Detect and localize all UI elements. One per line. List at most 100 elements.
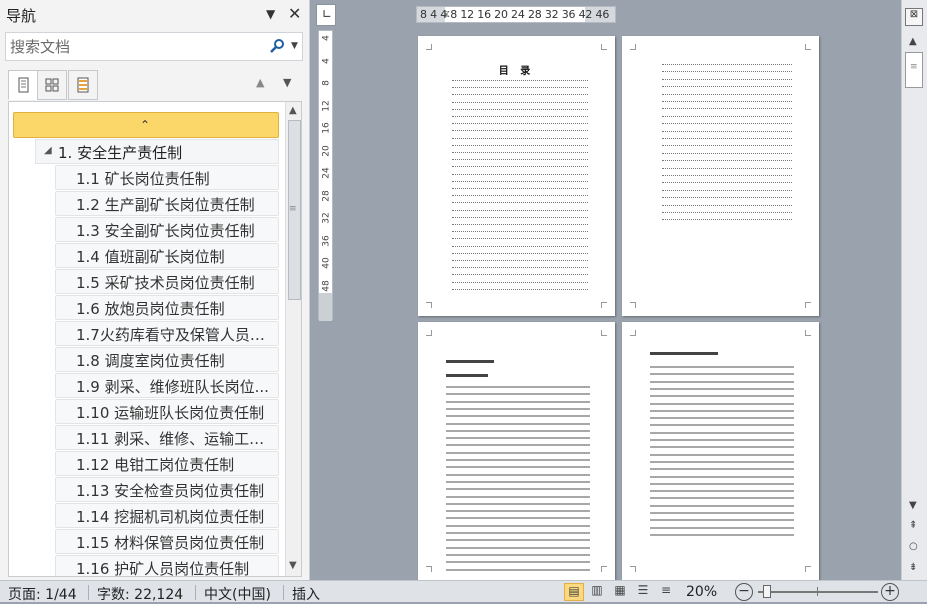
scroll-up-icon[interactable]: ▲ — [909, 36, 917, 47]
text-line — [452, 267, 588, 269]
crop-mark — [601, 302, 607, 308]
text-line — [662, 197, 792, 199]
language[interactable]: 中文(中国) — [204, 584, 271, 604]
text-line — [452, 245, 588, 247]
text-line — [452, 116, 588, 117]
document-page-1[interactable]: 目 录 — [418, 36, 615, 316]
text-line — [446, 393, 590, 396]
heading-item-1[interactable]: ◢ 1. 安全生产责任制 — [35, 139, 279, 164]
text-line — [650, 519, 794, 522]
text-line — [662, 219, 792, 221]
scroll-thumb[interactable]: ≡ — [905, 52, 923, 88]
heading-item[interactable]: 1.7火药库看守及保管人员岗... — [55, 321, 279, 346]
heading-list-scrollbar[interactable]: ▲ ≡ ▼ — [285, 102, 301, 576]
previous-heading-icon[interactable]: ▲ — [256, 76, 264, 89]
heading-item[interactable]: 1.16 护矿人员岗位责任制 — [55, 555, 279, 576]
text-line — [446, 517, 590, 520]
text-line — [452, 180, 588, 182]
ruler-number: 28 — [321, 189, 332, 202]
next-page-icon[interactable]: ⇟ — [909, 562, 917, 573]
heading-item[interactable]: 1.4 值班副矿长岗位制 — [55, 243, 279, 268]
heading-item[interactable]: 1.11 剥采、维修、运输工种... — [55, 425, 279, 450]
vertical-ruler[interactable]: 4 4 8 12 16 20 24 28 32 36 40 48 — [318, 30, 333, 321]
heading-item[interactable]: 1.13 安全检查员岗位责任制 — [55, 477, 279, 502]
text-line — [446, 539, 590, 542]
heading-item[interactable]: 1.6 放炮员岗位责任制 — [55, 295, 279, 320]
text-line — [650, 439, 794, 441]
document-page-4[interactable] — [622, 322, 819, 580]
zoom-in-button[interactable]: + — [881, 583, 899, 601]
text-line — [452, 188, 588, 189]
zoom-level[interactable]: 20% — [686, 584, 717, 600]
document-page-2[interactable] — [622, 36, 819, 316]
text-line — [452, 195, 588, 197]
heading-item[interactable]: 1.8 调度室岗位责任制 — [55, 347, 279, 372]
text-line — [446, 488, 590, 491]
outline-button[interactable]: ☰ — [633, 583, 653, 601]
print-layout-button[interactable]: ▤ — [564, 583, 584, 601]
heading-item[interactable]: 1.15 材料保管员岗位责任制 — [55, 529, 279, 554]
heading-item[interactable]: 1.9 剥采、维修班队长岗位... — [55, 373, 279, 398]
scroll-down-icon[interactable]: ▼ — [909, 500, 917, 511]
text-line — [452, 202, 588, 204]
zoom-out-button[interactable]: − — [735, 583, 753, 601]
search-box[interactable]: ▼ — [5, 32, 303, 61]
text-line — [452, 252, 588, 254]
text-line — [650, 352, 718, 355]
zoom-slider-thumb[interactable] — [763, 585, 771, 598]
ruler-number: 8 — [321, 80, 332, 86]
document-scrollbar[interactable]: ⊠ ▲ ≡ ▼ ⇞ ○ ⇟ — [901, 0, 927, 580]
search-options-chevron-icon[interactable]: ▼ — [291, 41, 298, 51]
heading-item[interactable]: 1.10 运输班队长岗位责任制 — [55, 399, 279, 424]
heading-label: 1.13 安全检查员岗位责任制 — [76, 482, 265, 500]
heading-item[interactable]: 1.1 矿长岗位责任制 — [55, 165, 279, 190]
text-line — [662, 115, 792, 117]
tab-results[interactable] — [68, 70, 98, 100]
indent-marker-icon[interactable]: ⧖ — [443, 9, 450, 20]
text-line — [650, 504, 794, 507]
expand-triangle-icon[interactable]: ◢ — [44, 145, 52, 156]
heading-item[interactable]: 1.12 电钳工岗位责任制 — [55, 451, 279, 476]
full-screen-reading-button[interactable]: ▥ — [587, 583, 607, 601]
text-line — [446, 466, 590, 469]
tab-pages[interactable] — [37, 70, 67, 100]
heading-label: 1.4 值班副矿长岗位制 — [76, 248, 225, 266]
tab-headings[interactable] — [8, 70, 38, 100]
collapse-all-bar[interactable]: ⌃ — [13, 112, 279, 138]
heading-item[interactable]: 1.5 采矿技术员岗位责任制 — [55, 269, 279, 294]
page-count[interactable]: 页面: 1/44 — [8, 584, 77, 604]
web-layout-button[interactable]: ▦ — [610, 583, 630, 601]
tab-selector[interactable]: ∟ — [316, 4, 336, 26]
text-line — [662, 130, 792, 132]
heading-item[interactable]: 1.3 安全副矿长岗位责任制 — [55, 217, 279, 242]
heading-item[interactable]: 1.2 生产副矿长岗位责任制 — [55, 191, 279, 216]
select-browse-object-icon[interactable]: ○ — [909, 541, 918, 552]
search-input[interactable] — [10, 37, 260, 57]
horizontal-ruler[interactable]: 8 4 4 8 12 16 20 24 28 32 36 42 46 ⧖ — [416, 6, 616, 23]
divider — [195, 585, 196, 600]
text-line — [452, 238, 588, 240]
text-line — [650, 482, 794, 485]
divider — [88, 585, 89, 600]
nav-close-icon[interactable]: ✕ — [288, 4, 301, 23]
text-line — [650, 366, 794, 368]
document-page-3[interactable] — [418, 322, 615, 580]
text-line — [446, 444, 590, 447]
heading-item[interactable]: 1.14 挖掘机司机岗位责任制 — [55, 503, 279, 528]
scroll-up-icon[interactable]: ▲ — [289, 105, 297, 116]
scroll-down-icon[interactable]: ▼ — [289, 560, 297, 571]
nav-options-dropdown-icon[interactable]: ▼ — [266, 7, 275, 21]
text-line — [650, 417, 794, 420]
text-line — [446, 473, 590, 476]
insert-mode[interactable]: 插入 — [292, 584, 320, 604]
zoom-slider-track[interactable] — [758, 591, 878, 593]
search-icon[interactable] — [269, 38, 285, 54]
previous-page-icon[interactable]: ⇞ — [909, 520, 917, 531]
text-line — [446, 360, 494, 363]
scroll-grip-icon: ≡ — [910, 62, 918, 72]
text-line — [650, 446, 794, 449]
draft-button[interactable]: ≡ — [656, 583, 676, 601]
next-heading-icon[interactable]: ▼ — [283, 76, 291, 89]
view-ruler-icon[interactable]: ⊠ — [905, 8, 923, 26]
word-count[interactable]: 字数: 22,124 — [97, 584, 183, 604]
